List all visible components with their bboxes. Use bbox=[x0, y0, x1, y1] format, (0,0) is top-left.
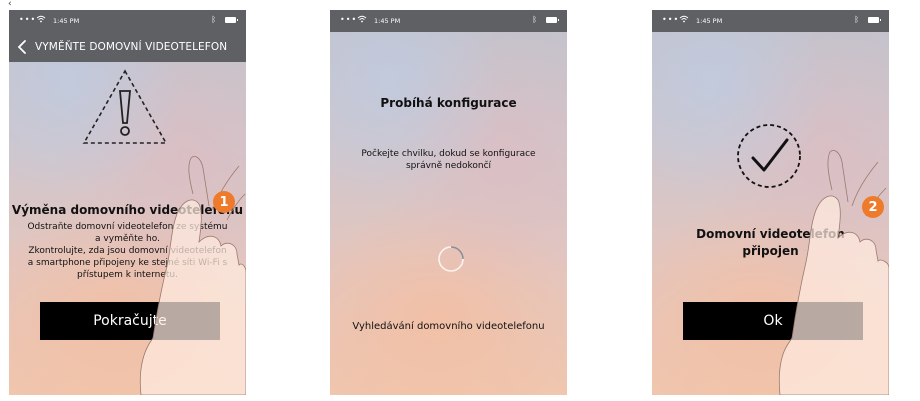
status-bar: ••• 1:45 PM ᛒ bbox=[652, 10, 889, 32]
signal-icon: ••• bbox=[662, 15, 680, 24]
wifi-icon bbox=[36, 15, 46, 25]
nav-title: VYMĚŇTE DOMOVNÍ VIDEOTELEFON bbox=[35, 41, 228, 53]
phone-screen-configuring: ••• 1:45 PM ᛒ Probíhá konfigurace Počkej… bbox=[330, 10, 567, 395]
navigation-bar: VYMĚŇTE DOMOVNÍ VIDEOTELEFON bbox=[9, 32, 246, 62]
ok-button[interactable]: Ok bbox=[683, 302, 863, 340]
heading-line: Domovní videotelefon bbox=[696, 227, 845, 241]
instruction-line: a smartphone připojeny ke stejné síti Wi… bbox=[27, 258, 228, 268]
phone-screen-connected: ••• 1:45 PM ᛒ Domovní videotelefon připo… bbox=[652, 10, 889, 395]
instruction-line: přístupem k internetu. bbox=[77, 270, 178, 280]
instruction-line: a vyměňte ho. bbox=[95, 234, 160, 244]
continue-button[interactable]: Pokračujte bbox=[40, 302, 220, 340]
status-time: 1:45 PM bbox=[696, 17, 723, 25]
searching-text: Vyhledávání domovního videotelefonu bbox=[352, 321, 545, 332]
step-badge: 1 bbox=[213, 191, 235, 213]
corner-mark: ‹ bbox=[8, 0, 12, 9]
battery-icon bbox=[546, 17, 559, 23]
wait-line: správně nedokončí bbox=[405, 161, 492, 171]
signal-icon: ••• bbox=[19, 15, 37, 24]
bluetooth-icon: ᛒ bbox=[854, 15, 859, 24]
loading-spinner-icon bbox=[438, 246, 464, 272]
signal-icon: ••• bbox=[340, 15, 358, 24]
success-check-icon bbox=[737, 124, 801, 188]
back-chevron-icon[interactable] bbox=[17, 39, 27, 58]
wifi-icon bbox=[357, 15, 367, 25]
screen-heading: Výměna domovního videotelefonu bbox=[11, 203, 244, 217]
bluetooth-icon: ᛒ bbox=[211, 15, 216, 24]
step-badge: 2 bbox=[862, 196, 884, 218]
screen-heading: Probíhá konfigurace bbox=[380, 96, 517, 110]
status-time: 1:45 PM bbox=[374, 17, 401, 25]
status-time: 1:45 PM bbox=[53, 17, 80, 25]
instruction-line: Odstraňte domovní videotelefon ze systém… bbox=[27, 222, 228, 232]
phone-screen-replace-intercom: ••• 1:45 PM ᛒ VYMĚŇTE DOMOVNÍ VIDEOTELEF… bbox=[9, 10, 246, 395]
bluetooth-icon: ᛒ bbox=[532, 15, 537, 24]
page-top-strip: ‹ bbox=[0, 0, 920, 10]
battery-icon bbox=[868, 17, 881, 23]
wait-text: Počkejte chvilku, dokud se konfigurace s… bbox=[330, 148, 567, 172]
connected-heading: Domovní videotelefon připojen bbox=[652, 226, 889, 260]
wifi-icon bbox=[679, 15, 689, 25]
status-bar: ••• 1:45 PM ᛒ bbox=[330, 10, 567, 32]
warning-triangle-icon bbox=[82, 69, 168, 144]
battery-icon bbox=[225, 17, 238, 23]
status-bar: ••• 1:45 PM ᛒ bbox=[9, 10, 246, 32]
instruction-text: Odstraňte domovní videotelefon ze systém… bbox=[9, 221, 246, 281]
heading-line: připojen bbox=[742, 244, 799, 258]
instruction-line: Zkontrolujte, zda jsou domovní videotele… bbox=[28, 246, 227, 256]
wait-line: Počkejte chvilku, dokud se konfigurace bbox=[361, 149, 536, 159]
